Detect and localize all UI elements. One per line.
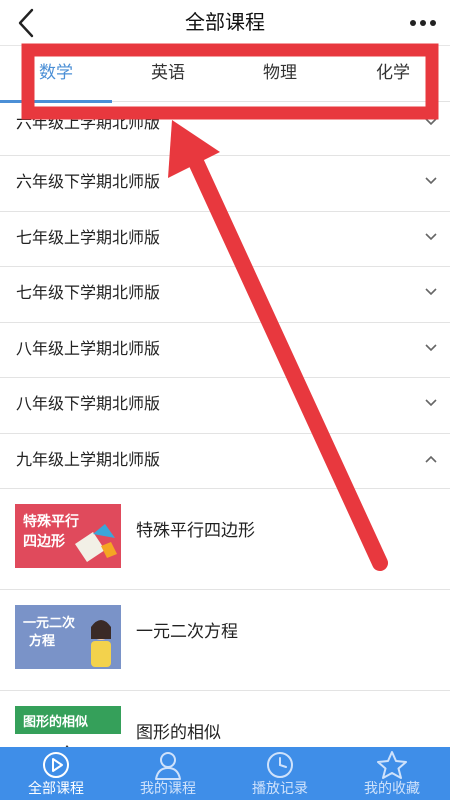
grade-row[interactable]: 七年级上学期北师版 xyxy=(0,211,450,267)
thumb-text: 方程 xyxy=(29,633,55,649)
nav-label: 播放记录 xyxy=(252,781,308,797)
star-icon xyxy=(377,751,407,779)
chevron-up-icon xyxy=(425,455,437,463)
nav-label: 我的收藏 xyxy=(364,781,420,797)
chevron-down-icon xyxy=(425,177,437,185)
tab-chemistry[interactable]: 化学 xyxy=(336,46,450,102)
subject-tabs: 数学 英语 物理 化学 xyxy=(0,46,450,102)
course-thumbnail: 特殊平行 四边形 xyxy=(15,504,121,568)
chevron-down-icon xyxy=(425,399,437,407)
grade-label: 六年级上学期北师版 xyxy=(16,113,161,132)
thumb-text: 图形的相似 xyxy=(23,714,88,730)
thumb-text: 四边形 xyxy=(23,533,65,550)
nav-label: 我的课程 xyxy=(140,781,196,797)
tab-physics[interactable]: 物理 xyxy=(224,46,336,102)
grade-row[interactable]: 六年级上学期北师版 xyxy=(0,103,450,156)
thumb-text: 特殊平行 xyxy=(23,513,79,530)
chevron-down-icon xyxy=(425,343,437,351)
chevron-down-icon xyxy=(425,118,437,126)
more-button[interactable] xyxy=(408,10,438,36)
bottom-nav: 全部课程 我的课程 播放记录 我的收藏 xyxy=(0,747,450,800)
nav-play-history[interactable]: 播放记录 xyxy=(224,747,336,800)
course-item[interactable]: 一元二次 方程 一元二次方程 xyxy=(0,590,450,691)
grade-label: 七年级下学期北师版 xyxy=(16,283,161,302)
nav-all-courses[interactable]: 全部课程 xyxy=(0,747,112,800)
course-title: 一元二次方程 xyxy=(136,622,238,642)
page-title: 全部课程 xyxy=(185,10,265,34)
course-title: 特殊平行四边形 xyxy=(136,521,255,541)
thumb-text: 一元二次 xyxy=(23,615,75,631)
play-circle-icon xyxy=(43,752,69,778)
more-dots-icon xyxy=(410,20,436,26)
grade-label: 九年级上学期北师版 xyxy=(16,449,161,469)
tab-math[interactable]: 数学 xyxy=(0,46,112,102)
grade-list: 六年级上学期北师版 六年级下学期北师版 七年级上学期北师版 七年级下学期北师版 … xyxy=(0,103,450,792)
clock-icon xyxy=(267,752,293,778)
course-thumbnail: 一元二次 方程 xyxy=(15,605,121,669)
grade-row-expanded[interactable]: 九年级上学期北师版 xyxy=(0,433,450,489)
grade-label: 八年级上学期北师版 xyxy=(16,338,161,358)
chevron-down-icon xyxy=(425,288,437,296)
grade-label: 六年级下学期北师版 xyxy=(16,172,161,191)
nav-my-courses[interactable]: 我的课程 xyxy=(112,747,224,800)
grade-row[interactable]: 六年级下学期北师版 xyxy=(0,156,450,212)
nav-favorites[interactable]: 我的收藏 xyxy=(336,747,448,800)
top-bar: 全部课程 xyxy=(0,0,450,46)
course-item[interactable]: 特殊平行 四边形 特殊平行四边形 xyxy=(0,489,450,590)
grade-row[interactable]: 七年级下学期北师版 xyxy=(0,267,450,323)
nav-label: 全部课程 xyxy=(28,781,84,797)
grade-label: 七年级上学期北师版 xyxy=(16,227,161,247)
tab-english[interactable]: 英语 xyxy=(112,46,224,102)
user-icon xyxy=(155,752,181,780)
chevron-down-icon xyxy=(425,232,437,240)
grade-row[interactable]: 八年级下学期北师版 xyxy=(0,378,450,434)
grade-row[interactable]: 八年级上学期北师版 xyxy=(0,322,450,378)
grade-label: 八年级下学期北师版 xyxy=(16,394,161,413)
